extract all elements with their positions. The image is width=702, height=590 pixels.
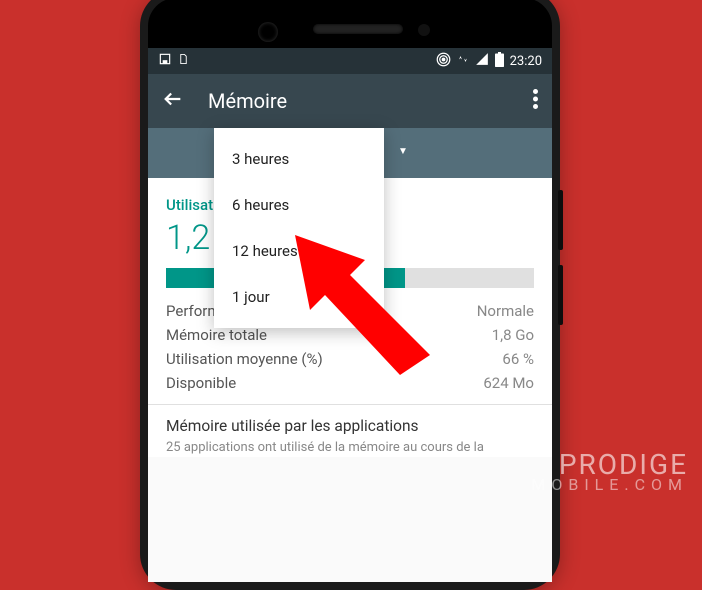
row-available: Disponible 624 Mo xyxy=(166,374,534,392)
screenshot-icon xyxy=(158,52,172,70)
menu-item-12h[interactable]: 12 heures xyxy=(214,228,384,274)
data-icon xyxy=(457,52,469,70)
app-bar: Mémoire xyxy=(148,74,552,128)
value-avg-pct: 66 % xyxy=(502,350,534,368)
page-title: Mémoire xyxy=(208,89,509,113)
apps-section-title: Mémoire utilisée par les applications xyxy=(166,417,534,435)
screen: 23:20 Mémoire ▼ 3 heures xyxy=(148,48,552,582)
sensor xyxy=(418,24,430,36)
status-bar: 23:20 xyxy=(148,48,552,74)
label-avg-pct: Utilisation moyenne (%) xyxy=(166,350,323,368)
battery-icon xyxy=(495,52,504,71)
value-available: 624 Mo xyxy=(483,374,534,392)
volume-down-button xyxy=(558,265,563,325)
value-performance: Normale xyxy=(477,302,534,320)
time-range-bar: ▼ 3 heures 6 heures 12 heures 1 jour xyxy=(148,128,552,178)
front-camera xyxy=(258,22,278,42)
menu-item-6h[interactable]: 6 heures xyxy=(214,182,384,228)
watermark: PRODIGE MOBILE.COM xyxy=(531,452,688,492)
value-total: 1,8 Go xyxy=(492,326,534,344)
row-total: Mémoire totale 1,8 Go xyxy=(166,326,534,344)
watermark-sub: MOBILE.COM xyxy=(531,478,688,492)
signal-icon xyxy=(475,52,489,70)
back-icon[interactable] xyxy=(162,88,184,114)
label-total: Mémoire totale xyxy=(166,326,267,344)
dropdown-caret-icon[interactable]: ▼ xyxy=(398,146,408,157)
phone-frame: 23:20 Mémoire ▼ 3 heures xyxy=(140,0,560,590)
apps-memory-section[interactable]: Mémoire utilisée par les applications 25… xyxy=(166,417,534,457)
divider xyxy=(148,404,552,405)
more-icon[interactable] xyxy=(533,89,538,113)
volume-up-button xyxy=(558,190,563,250)
menu-item-3h[interactable]: 3 heures xyxy=(214,136,384,182)
time-range-menu: 3 heures 6 heures 12 heures 1 jour xyxy=(214,128,384,328)
sim-icon xyxy=(178,52,189,70)
speaker-grille xyxy=(313,24,403,34)
row-avg-pct: Utilisation moyenne (%) 66 % xyxy=(166,350,534,368)
apps-section-subtitle: 25 applications ont utilisé de la mémoir… xyxy=(166,439,534,457)
label-available: Disponible xyxy=(166,374,236,392)
hotspot-icon xyxy=(436,52,451,71)
clock: 23:20 xyxy=(510,54,542,69)
menu-item-1d[interactable]: 1 jour xyxy=(214,274,384,320)
